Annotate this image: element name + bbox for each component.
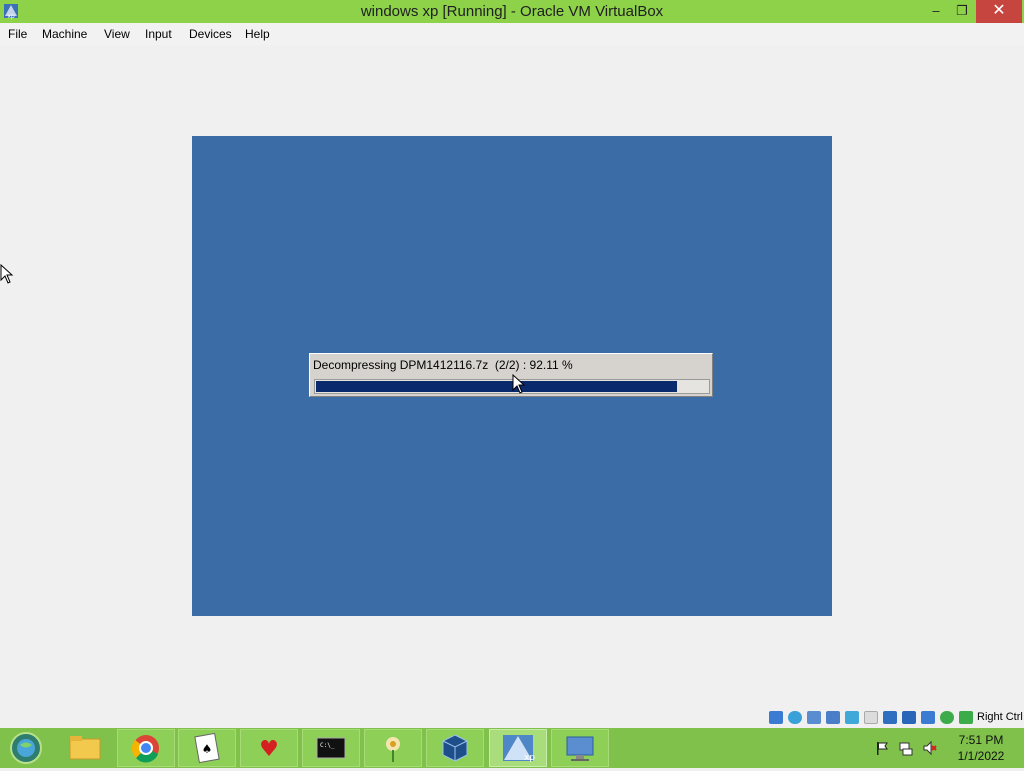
minimize-button[interactable]: –: [922, 0, 950, 23]
command-prompt-icon[interactable]: C:\_: [302, 729, 360, 767]
mouse-integration-icon[interactable]: [940, 711, 954, 724]
menu-view[interactable]: View: [104, 27, 130, 41]
menu-machine[interactable]: Machine: [42, 27, 87, 41]
menu-input[interactable]: Input: [145, 27, 172, 41]
guest-mouse-pointer-icon: [512, 373, 526, 399]
network-icon[interactable]: [826, 711, 840, 724]
action-center-flag-icon[interactable]: [874, 740, 890, 756]
guest-screen[interactable]: Decompressing DPM1412116.7z (2/2) : 92.1…: [192, 136, 832, 616]
menu-bar: File Machine View Input Devices Help: [0, 23, 1024, 45]
file-explorer-icon[interactable]: [56, 729, 114, 767]
vm-status-bar: Right Ctrl: [0, 706, 1024, 728]
keyboard-capture-icon[interactable]: [959, 711, 973, 724]
flower-game-icon[interactable]: [364, 729, 422, 767]
taskbar: ♠ ♥ C:\_ xp 7:51 PM 1/1/2022: [0, 728, 1024, 768]
progress-message: Decompressing DPM1412116.7z (2/2) : 92.1…: [313, 358, 573, 372]
svg-text:xp: xp: [524, 753, 535, 763]
windows-xp-vm-icon[interactable]: xp: [489, 729, 547, 767]
svg-text:♥: ♥: [259, 737, 279, 762]
hearts-icon[interactable]: ♥: [240, 729, 298, 767]
menu-devices[interactable]: Devices: [189, 27, 232, 41]
progress-bar-fill: [316, 381, 677, 392]
remote-desktop-icon[interactable]: [551, 729, 609, 767]
close-button[interactable]: ✕: [976, 0, 1022, 23]
chrome-icon[interactable]: [117, 729, 175, 767]
taskbar-clock[interactable]: 7:51 PM 1/1/2022: [948, 732, 1014, 764]
solitaire-icon[interactable]: ♠: [178, 729, 236, 767]
decompress-progress-dialog: Decompressing DPM1412116.7z (2/2) : 92.1…: [309, 353, 713, 397]
menu-file[interactable]: File: [8, 27, 27, 41]
clock-time: 7:51 PM: [958, 733, 1004, 747]
title-bar[interactable]: xp windows xp [Running] - Oracle VM Virt…: [0, 0, 1024, 23]
volume-muted-icon[interactable]: [922, 740, 938, 756]
svg-text:C:\_: C:\_: [320, 742, 335, 749]
optical-drive-icon[interactable]: [788, 711, 802, 724]
hard-disk-icon[interactable]: [769, 711, 783, 724]
virtualbox-icon[interactable]: [426, 729, 484, 767]
audio-icon[interactable]: [807, 711, 821, 724]
shared-folders-icon[interactable]: [864, 711, 878, 724]
window-title: windows xp [Running] - Oracle VM Virtual…: [360, 3, 664, 20]
clock-date: 1/1/2022: [957, 749, 1005, 763]
restore-button[interactable]: ❐: [948, 0, 976, 23]
svg-text:♠: ♠: [202, 742, 213, 756]
network-tray-icon[interactable]: [898, 740, 914, 756]
display-icon[interactable]: [883, 711, 897, 724]
virtualization-icon[interactable]: [921, 711, 935, 724]
start-orb-icon[interactable]: [6, 730, 46, 766]
usb-icon[interactable]: [845, 711, 859, 724]
host-key-label: Right Ctrl: [977, 711, 1023, 723]
mouse-pointer-icon: [0, 263, 14, 289]
menu-help[interactable]: Help: [245, 27, 270, 41]
video-capture-icon[interactable]: [902, 711, 916, 724]
